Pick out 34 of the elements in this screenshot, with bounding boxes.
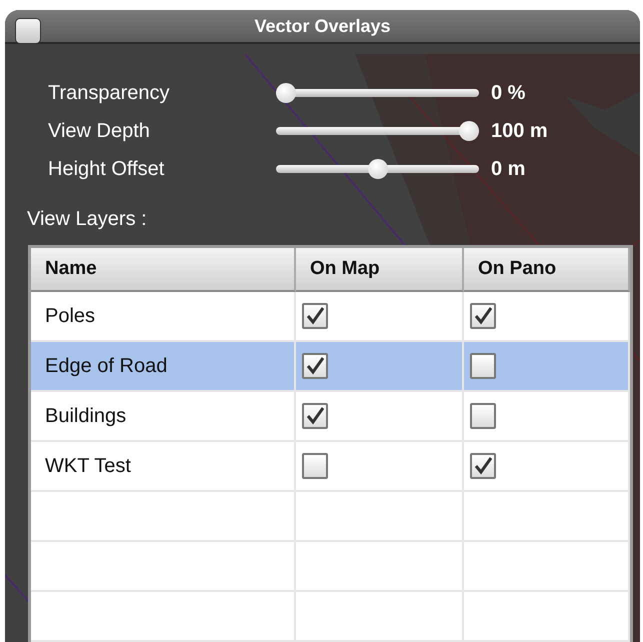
slider-label: Transparency <box>48 81 171 106</box>
slider-label: View Depth <box>48 119 151 144</box>
column-header[interactable]: On Map <box>296 248 464 292</box>
slider[interactable] <box>276 121 479 141</box>
slider[interactable] <box>276 159 479 179</box>
table-cell[interactable]: WKT Test <box>31 442 296 492</box>
checkbox[interactable] <box>470 303 496 329</box>
checkbox[interactable] <box>470 403 496 429</box>
close-button[interactable] <box>15 18 41 44</box>
column-header[interactable]: On Pano <box>464 248 630 292</box>
checkbox[interactable] <box>302 353 328 379</box>
checkbox[interactable] <box>302 403 328 429</box>
checkbox[interactable] <box>470 453 496 479</box>
slider-value: 100 m <box>491 120 549 142</box>
checkmark-icon <box>473 307 493 325</box>
section-label: View Layers : <box>27 208 147 231</box>
window-title: Vector Overlays <box>254 16 391 36</box>
slider[interactable] <box>276 83 479 103</box>
checkbox[interactable] <box>302 303 328 329</box>
column-header[interactable]: Name <box>31 248 296 292</box>
slider-thumb[interactable] <box>276 83 296 103</box>
table-cell[interactable]: Poles <box>31 292 296 342</box>
slider-label: Height Offset <box>48 157 166 182</box>
table-cell[interactable]: Edge of Road <box>31 342 296 392</box>
checkbox[interactable] <box>470 353 496 379</box>
checkmark-icon <box>305 307 325 325</box>
slider-thumb[interactable] <box>368 159 388 179</box>
checkbox[interactable] <box>302 453 328 479</box>
table-cell[interactable]: Buildings <box>31 392 296 442</box>
checkmark-icon <box>305 357 325 375</box>
slider-value: 0 % <box>491 82 526 104</box>
slider-value: 0 m <box>491 158 526 180</box>
checkmark-icon <box>305 407 325 425</box>
checkmark-icon <box>473 457 493 475</box>
